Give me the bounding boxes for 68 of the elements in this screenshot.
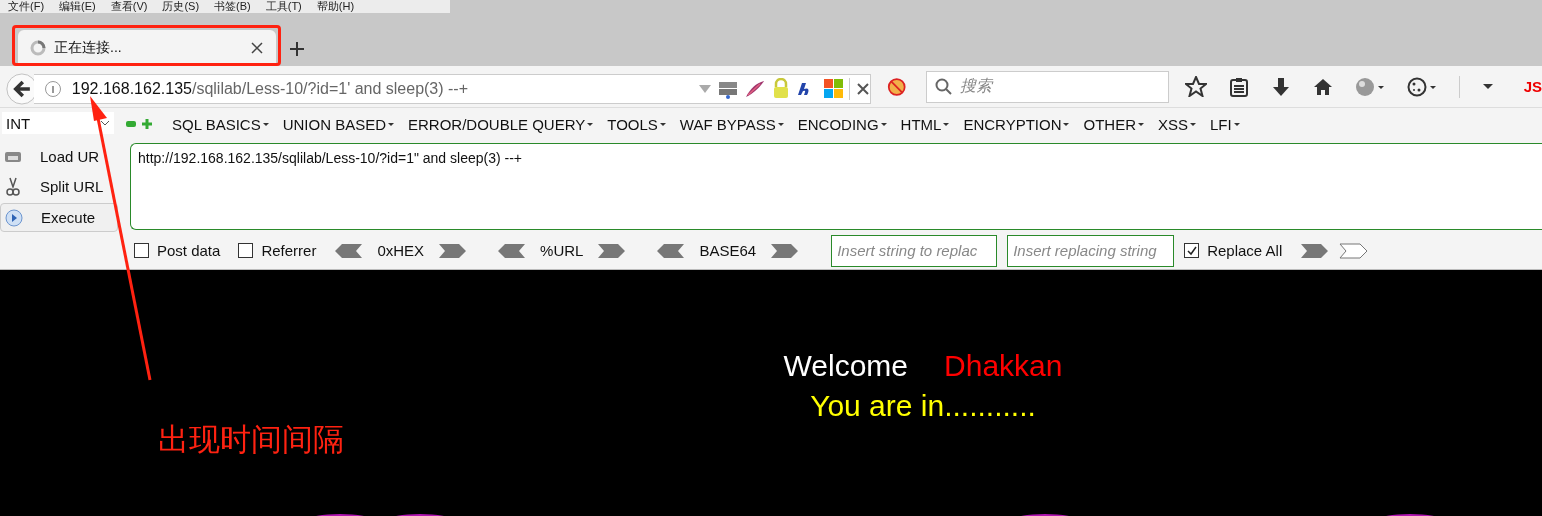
menu-item[interactable]: 文件(F) [8, 0, 45, 13]
feather-icon[interactable] [743, 78, 766, 99]
menu-item[interactable]: WAF BYPASS [679, 115, 784, 133]
encoder-label: %URL [540, 242, 584, 259]
welcome-text: Welcome [783, 348, 909, 384]
url-text: 192.168.162.135/sqlilab/Less-10/?id=1' and sleep(3) --+ [71, 79, 470, 98]
annotation-text: 出现时间间隔 [158, 421, 344, 459]
scissors-icon [4, 177, 22, 197]
dropdown-icon[interactable] [1481, 83, 1494, 90]
encode-right-button[interactable] [770, 242, 800, 259]
download-icon[interactable] [1270, 76, 1291, 97]
cookie-icon[interactable] [1406, 76, 1437, 97]
encode-right-button[interactable] [438, 242, 468, 259]
menu-item[interactable]: XSS [1158, 115, 1196, 133]
checkbox[interactable]: Post data [134, 242, 221, 259]
type-select[interactable]: INT [2, 112, 114, 134]
address-bar[interactable]: 192.168.162.135/sqlilab/Less-10/?id=1' and sleep(3) --+ [33, 73, 871, 104]
menu-item[interactable]: 历史(S) [162, 0, 200, 13]
info-icon[interactable] [43, 79, 62, 98]
input-field[interactable]: Insert replacing string [1007, 234, 1175, 267]
star-icon[interactable] [1184, 76, 1207, 97]
home-icon[interactable] [1312, 76, 1333, 97]
menu-item[interactable]: ENCODING [797, 115, 887, 133]
encode-left-button[interactable] [656, 242, 686, 259]
user-name: Dhakkan [944, 348, 1063, 384]
action-button[interactable]: Load UR [0, 142, 126, 171]
menu-item[interactable]: HTML [900, 115, 950, 133]
menu-item[interactable]: 工具(T) [265, 0, 302, 13]
search-field[interactable]: 搜索 [926, 70, 1169, 103]
action-button[interactable]: Execute [0, 203, 118, 232]
menu-item[interactable]: 帮助(H) [316, 0, 355, 13]
search-icon [935, 78, 953, 95]
menu-item[interactable]: 编辑(E) [59, 0, 96, 13]
url-input[interactable]: http://192.168.162.135/sqlilab/Less-10/?id=1" and sleep(3) --+ [130, 143, 1542, 230]
play-icon [5, 208, 23, 227]
encode-left-button[interactable] [334, 242, 364, 259]
encoder-label: 0xHEX [377, 242, 425, 259]
replace-button[interactable] [1300, 242, 1330, 259]
menu-item[interactable]: SQL BASICS [172, 115, 269, 133]
globe-icon[interactable] [1354, 76, 1385, 97]
windows-logo-icon[interactable] [823, 79, 843, 98]
check-icon [1185, 245, 1198, 256]
menu-item[interactable]: ERROR/DOUBLE QUERY [408, 115, 594, 133]
encode-right-button[interactable] [597, 242, 627, 259]
checkbox[interactable]: Replace All [1184, 242, 1283, 259]
menu-item[interactable]: OTHER [1083, 115, 1144, 133]
plus-icon[interactable] [288, 40, 306, 58]
chevron-icon [100, 120, 110, 126]
menu-item[interactable]: 书签(B) [214, 0, 251, 13]
menu-item[interactable]: 查看(V) [110, 0, 148, 13]
replace-next-button[interactable] [1339, 242, 1369, 259]
input-field[interactable]: Insert string to replac [831, 234, 998, 267]
encoder-label: BASE64 [699, 242, 757, 259]
menu-item[interactable]: ENCRYPTION [963, 115, 1070, 133]
blocked-icon[interactable] [886, 75, 907, 98]
menu-item[interactable]: LFI [1210, 115, 1240, 133]
checkbox[interactable]: Referrer [238, 242, 317, 259]
menu-item[interactable]: TOOLS [607, 115, 666, 133]
clipboard-icon[interactable] [1228, 76, 1249, 97]
close-icon[interactable] [250, 41, 264, 55]
close-icon[interactable] [855, 81, 870, 96]
minus-icon[interactable] [126, 119, 136, 129]
encode-left-button[interactable] [497, 242, 527, 259]
status-message: You are in........... [810, 388, 1036, 424]
toolbar-button[interactable]: JS [1523, 78, 1542, 95]
action-button[interactable]: Split URL [0, 172, 126, 202]
browser-tab[interactable]: 正在连接... [18, 30, 276, 66]
menu-item[interactable]: UNION BASED [282, 115, 394, 133]
